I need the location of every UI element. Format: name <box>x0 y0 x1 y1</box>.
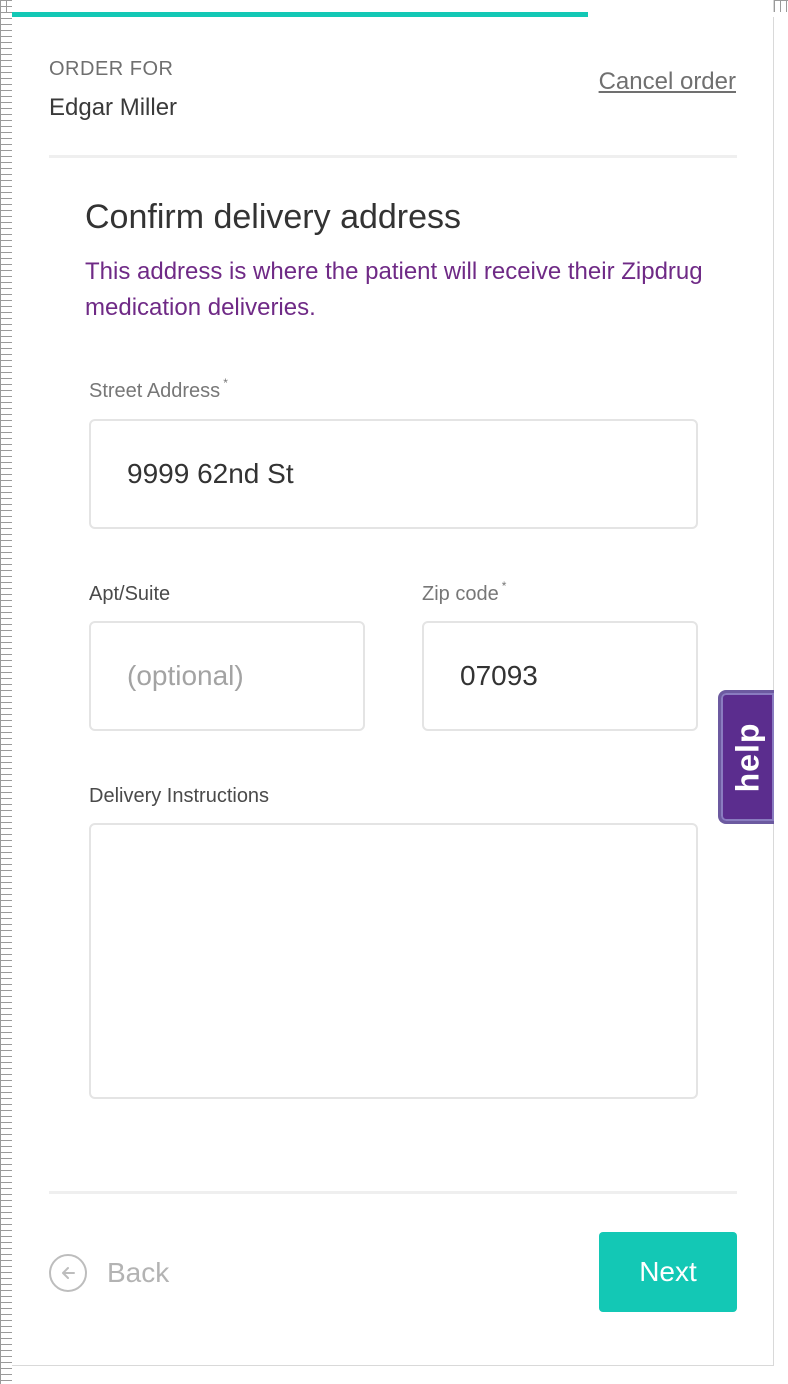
delivery-instructions-label: Delivery Instructions <box>89 785 270 807</box>
arrow-left-icon <box>62 1267 75 1279</box>
apt-suite-placeholder: (optional) <box>127 660 244 691</box>
help-tab-label: help <box>729 722 765 792</box>
zip-code-input[interactable]: 07093 <box>422 621 698 731</box>
footer-divider <box>49 1191 737 1194</box>
street-address-input[interactable]: 9999 62nd St <box>89 419 698 529</box>
delivery-instructions-textarea[interactable] <box>89 823 698 1099</box>
back-button[interactable]: Back <box>49 1252 169 1294</box>
street-address-value: 9999 62nd St <box>127 458 294 489</box>
apt-suite-label: Apt/Suite <box>89 583 171 605</box>
back-button-label: Back <box>107 1257 170 1288</box>
zip-code-label: Zip code * <box>422 579 506 606</box>
progress-bar-fill <box>12 12 589 17</box>
zip-code-value: 07093 <box>460 660 538 691</box>
order-for-label: ORDER FOR <box>49 58 174 80</box>
next-button[interactable]: Next <box>599 1232 737 1312</box>
patient-name: Edgar Miller <box>49 94 178 121</box>
required-asterisk: * <box>223 376 228 390</box>
required-asterisk: * <box>501 579 507 593</box>
progress-bar <box>12 12 774 17</box>
street-address-label-text: Street Address <box>89 380 221 402</box>
frame-left-border <box>0 0 12 1384</box>
zip-code-label-text: Zip code <box>422 583 499 605</box>
street-address-label: Street Address * <box>89 376 228 403</box>
cancel-order-link[interactable]: Cancel order <box>599 68 736 96</box>
arrow-left-circle-icon <box>49 1254 87 1292</box>
header-divider <box>49 155 737 158</box>
help-tab[interactable]: help <box>718 690 774 824</box>
order-panel: ORDER FOR Edgar Miller Cancel order Conf… <box>12 0 774 1366</box>
page-title: Confirm delivery address <box>85 198 462 236</box>
apt-suite-input[interactable]: (optional) <box>89 621 365 731</box>
page-subtitle: This address is where the patient will r… <box>85 258 703 321</box>
